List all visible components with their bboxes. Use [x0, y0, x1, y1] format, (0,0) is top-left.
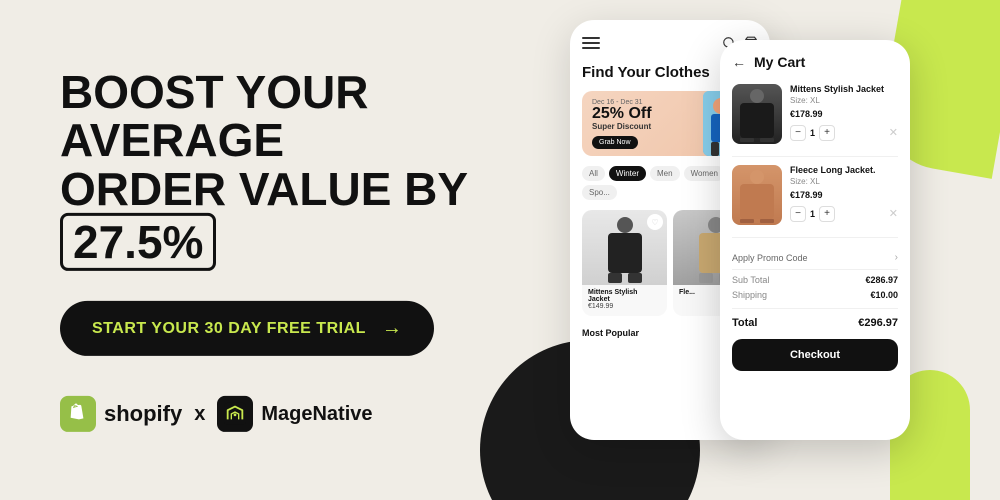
- heart-icon-1[interactable]: ♡: [647, 214, 663, 230]
- product-price-1: €149.99: [588, 303, 661, 310]
- shipping-value: €10.00: [870, 290, 898, 300]
- cart-item-2: Fleece Long Jacket. Size: XL €178.99 − 1…: [732, 165, 898, 225]
- cart-item-2-size: Size: XL: [790, 177, 898, 186]
- subtotal-row: Sub Total €286.97: [732, 275, 898, 285]
- hamburger-icon: [582, 37, 600, 49]
- shopify-icon: [60, 396, 96, 432]
- cat-sport[interactable]: Spo...: [582, 185, 617, 200]
- total-value: €296.97: [858, 317, 898, 329]
- cart-item-2-details: Fleece Long Jacket. Size: XL €178.99 − 1…: [790, 165, 898, 222]
- headline-line2: ORDER VALUE BY 27.5%: [60, 165, 490, 272]
- cat-men[interactable]: Men: [650, 166, 680, 181]
- back-arrow-icon[interactable]: ←: [732, 54, 746, 70]
- cart-item-img-1: [732, 84, 782, 144]
- qty-value-1: 1: [810, 128, 815, 138]
- subtotal-value: €286.97: [865, 275, 898, 285]
- divider-2: [732, 237, 898, 238]
- most-popular-label: Most Popular: [582, 328, 639, 338]
- headline-highlight: 27.5%: [60, 213, 216, 271]
- cart-item-1-name: Mittens Stylish Jacket: [790, 84, 898, 96]
- cta-arrow: →: [382, 317, 403, 340]
- product-card-1[interactable]: ♡ Mittens Stylish Jacket €149.99: [582, 210, 667, 316]
- product-info-1: Mittens Stylish Jacket €149.99: [582, 285, 667, 316]
- magenative-icon: [217, 396, 253, 432]
- checkout-button[interactable]: Checkout: [732, 339, 898, 371]
- shopify-label: shopify: [104, 401, 182, 427]
- cart-item-img-2: [732, 165, 782, 225]
- promo-percent: 25% Off: [592, 106, 652, 122]
- remove-item-2[interactable]: ✕: [889, 207, 898, 220]
- partner-separator: x: [194, 403, 205, 426]
- shipping-label: Shipping: [732, 290, 767, 300]
- increase-qty-1[interactable]: +: [819, 125, 835, 141]
- banner: BOOST YOUR AVERAGE ORDER VALUE BY 27.5% …: [0, 0, 1000, 500]
- shopify-logo: shopify: [60, 396, 182, 432]
- promo-desc: Super Discount: [592, 122, 652, 131]
- cart-item-1-size: Size: XL: [790, 96, 898, 105]
- decrease-qty-1[interactable]: −: [790, 125, 806, 141]
- increase-qty-2[interactable]: +: [819, 206, 835, 222]
- promo-code-chevron: ›: [895, 252, 898, 263]
- cart-title: My Cart: [754, 54, 805, 70]
- subtotal-label: Sub Total: [732, 275, 769, 285]
- cart-item-2-price: €178.99: [790, 190, 898, 200]
- cta-button[interactable]: START YOUR 30 DAY FREE TRIAL →: [60, 301, 434, 356]
- shipping-row: Shipping €10.00: [732, 290, 898, 300]
- grab-btn[interactable]: Grab Now: [592, 136, 638, 149]
- left-content: BOOST YOUR AVERAGE ORDER VALUE BY 27.5% …: [60, 68, 490, 432]
- cat-winter[interactable]: Winter: [609, 166, 646, 181]
- product-name-1: Mittens Stylish Jacket: [588, 289, 661, 303]
- cart-item-1-price: €178.99: [790, 109, 898, 119]
- divider-3: [732, 308, 898, 309]
- remove-item-1[interactable]: ✕: [889, 126, 898, 139]
- promo-code-label: Apply Promo Code: [732, 253, 808, 263]
- cart-item-1: Mittens Stylish Jacket Size: XL €178.99 …: [732, 84, 898, 144]
- headline-line1: BOOST YOUR AVERAGE: [60, 68, 490, 165]
- phone-right: ← My Cart Mittens Stylish Jacke: [720, 40, 910, 440]
- divider-1: [732, 156, 898, 157]
- magenative-label: MageNative: [261, 403, 372, 426]
- cart-item-1-actions: − 1 + ✕: [790, 125, 898, 141]
- total-label: Total: [732, 317, 757, 329]
- cart-item-2-name: Fleece Long Jacket.: [790, 165, 898, 177]
- cat-women[interactable]: Women: [684, 166, 725, 181]
- partner-logos: shopify x MageNative: [60, 396, 490, 432]
- cart-item-1-details: Mittens Stylish Jacket Size: XL €178.99 …: [790, 84, 898, 141]
- qty-value-2: 1: [810, 209, 815, 219]
- promo-code-row[interactable]: Apply Promo Code ›: [732, 246, 898, 270]
- promo-content: Dec 16 - Dec 31 25% Off Super Discount G…: [592, 99, 652, 149]
- cat-all[interactable]: All: [582, 166, 605, 181]
- cart-item-2-actions: − 1 + ✕: [790, 206, 898, 222]
- phones-area: Find Your Clothes Dec 16 - Dec 31 25% Of…: [500, 0, 1000, 500]
- headline: BOOST YOUR AVERAGE ORDER VALUE BY 27.5%: [60, 68, 490, 271]
- cta-label: START YOUR 30 DAY FREE TRIAL: [92, 320, 366, 338]
- total-row: Total €296.97: [732, 317, 898, 329]
- decrease-qty-2[interactable]: −: [790, 206, 806, 222]
- magenative-logo: MageNative: [217, 396, 372, 432]
- cart-header: ← My Cart: [732, 54, 898, 70]
